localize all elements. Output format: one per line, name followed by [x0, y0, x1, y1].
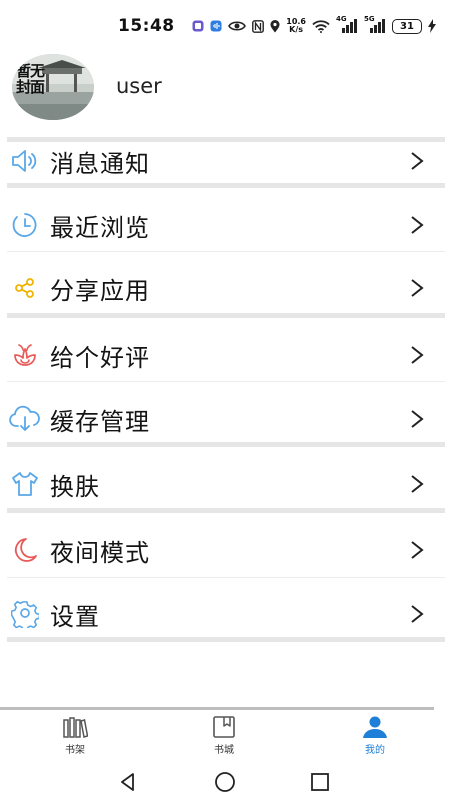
- nav-tab-bookshelf[interactable]: 书架: [45, 716, 105, 762]
- divider: [7, 381, 445, 382]
- nav-tab-label: 书架: [65, 745, 85, 756]
- app-notification-icon: [192, 20, 204, 32]
- gear-icon: [8, 597, 42, 631]
- status-icons: 10.6 K/s 4G 5G 31: [192, 15, 436, 37]
- home-button[interactable]: [213, 770, 237, 794]
- menu-item-cache[interactable]: 缓存管理: [7, 388, 445, 450]
- menu-item-label: 消息通知: [50, 149, 150, 178]
- signal-4g: 4G: [336, 15, 358, 33]
- divider: [7, 183, 445, 188]
- divider: [7, 577, 445, 578]
- divider: [7, 442, 445, 447]
- share-icon: [8, 271, 42, 305]
- recents-square-icon: [311, 773, 329, 791]
- charging-icon: [428, 19, 436, 33]
- tshirt-icon: [8, 467, 42, 501]
- voice-notification-icon: [210, 20, 222, 32]
- menu-item-rate[interactable]: 给个好评: [7, 324, 445, 386]
- chevron-right-icon: [411, 475, 424, 493]
- nav-tab-profile[interactable]: 我的: [345, 716, 405, 762]
- menu-item-label: 最近浏览: [50, 213, 150, 242]
- menu-item-label: 设置: [50, 602, 100, 631]
- menu-item-share[interactable]: 分享应用: [7, 257, 445, 319]
- username: user: [116, 74, 162, 98]
- person-icon: [363, 716, 387, 738]
- menu-item-label: 分享应用: [50, 276, 150, 305]
- chevron-right-icon: [411, 279, 424, 297]
- recents-button[interactable]: [308, 770, 332, 794]
- nav-tab-bookstore[interactable]: 书城: [194, 716, 254, 762]
- menu-item-theme[interactable]: 换肤: [7, 453, 445, 515]
- chevron-right-icon: [411, 605, 424, 623]
- menu-item-night-mode[interactable]: 夜间模式: [7, 519, 445, 581]
- avatar-placeholder-text: 暂无封面: [16, 62, 45, 96]
- divider: [7, 508, 445, 513]
- status-time: 15:48: [118, 16, 175, 36]
- back-triangle-icon: [121, 773, 134, 791]
- bookshelf-icon: [63, 717, 88, 738]
- location-icon: [270, 19, 280, 32]
- menu-item-label: 换肤: [50, 472, 100, 501]
- chevron-right-icon: [411, 410, 424, 428]
- menu-item-label: 夜间模式: [50, 538, 150, 567]
- speaker-icon: [8, 144, 42, 178]
- home-circle-icon: [215, 772, 235, 792]
- chevron-right-icon: [411, 152, 424, 170]
- clock-icon: [8, 208, 42, 242]
- nav-tab-label: 我的: [365, 745, 385, 756]
- system-nav-bar: [0, 762, 450, 800]
- menu-item-settings[interactable]: 设置: [7, 583, 445, 645]
- divider: [7, 251, 445, 252]
- back-button[interactable]: [116, 770, 140, 794]
- divider: [7, 637, 445, 642]
- signal-5g: 5G: [364, 15, 386, 33]
- menu-item-label: 给个好评: [50, 343, 150, 372]
- eye-icon: [228, 21, 247, 31]
- bottom-nav: 书架 书城 我的: [0, 712, 450, 762]
- nfc-icon: [252, 19, 265, 33]
- menu-item-recent[interactable]: 最近浏览: [7, 194, 445, 256]
- divider: [7, 313, 445, 318]
- avatar[interactable]: 暂无封面: [12, 54, 94, 120]
- nav-tab-label: 书城: [214, 745, 234, 756]
- moon-icon: [8, 533, 42, 567]
- bottom-nav-separator: [0, 707, 434, 710]
- status-bar: 15:48 10.6 K/s 4G 5G 31: [0, 0, 450, 50]
- chevron-right-icon: [411, 216, 424, 234]
- wifi-icon: [312, 19, 330, 33]
- chevron-right-icon: [411, 346, 424, 364]
- flower-icon: [8, 338, 42, 372]
- cloud-download-icon: [8, 402, 42, 436]
- battery-indicator: 31: [392, 18, 422, 34]
- profile-header[interactable]: 暂无封面 user: [0, 52, 450, 124]
- network-speed: 10.6 K/s: [286, 17, 306, 34]
- chevron-right-icon: [411, 541, 424, 559]
- bookstore-icon: [213, 716, 235, 738]
- menu-item-label: 缓存管理: [50, 407, 150, 436]
